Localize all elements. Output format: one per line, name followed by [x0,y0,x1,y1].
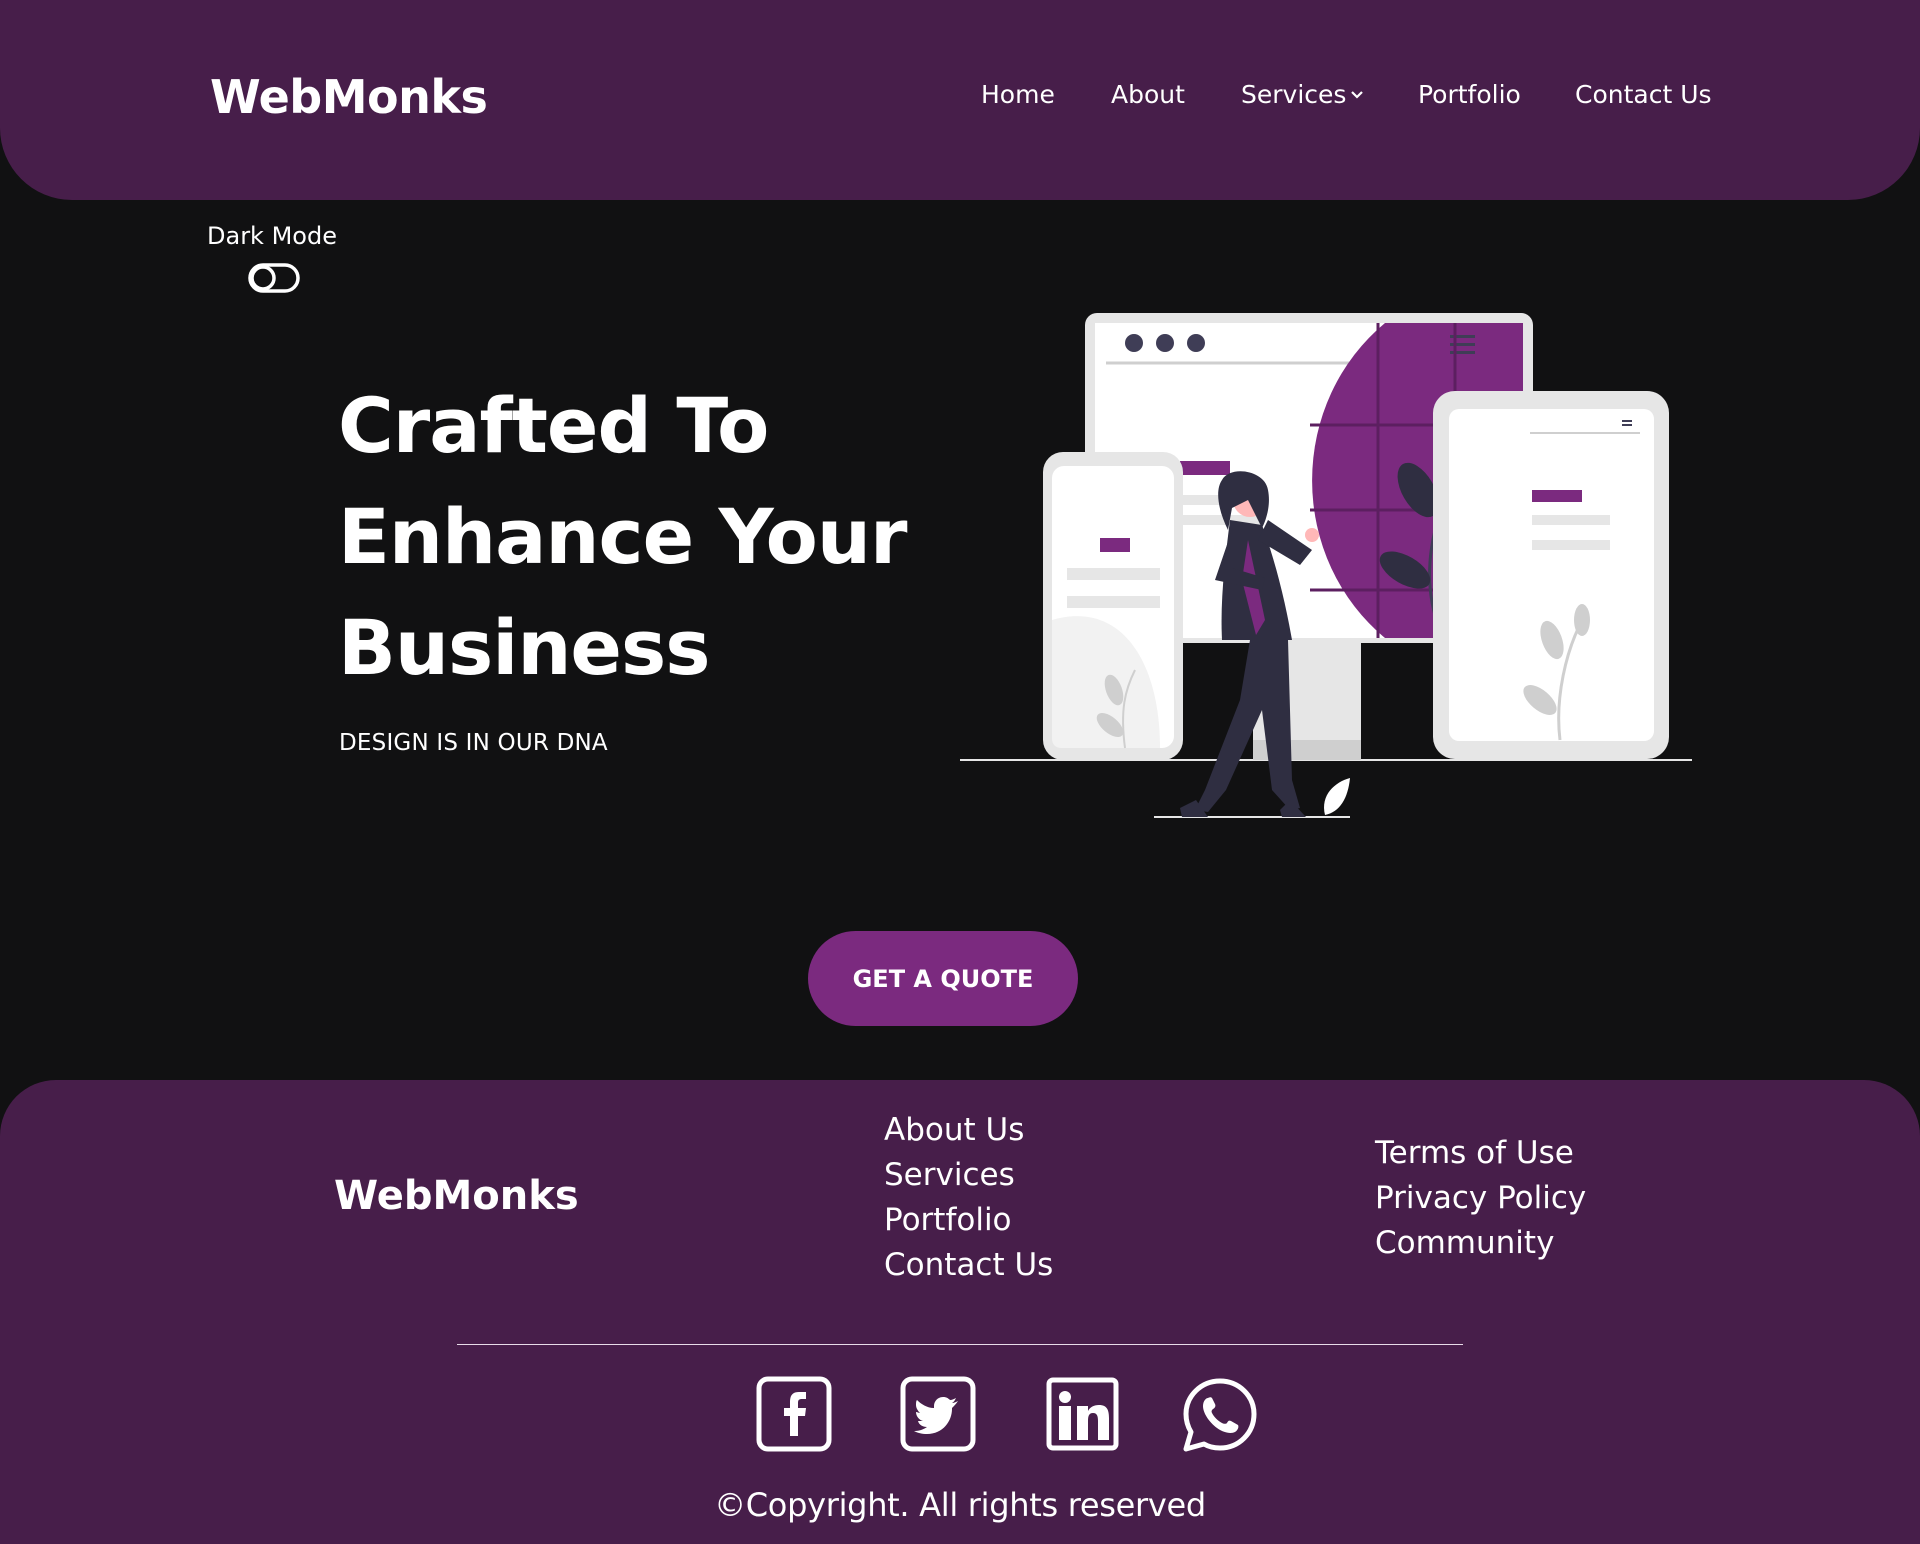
get-quote-button[interactable]: GET A QUOTE [808,931,1078,1026]
site-footer: WebMonks About Us Services Portfolio Con… [0,1080,1920,1544]
footer-links-primary: About Us Services Portfolio Contact Us [884,1108,1053,1288]
nav-portfolio[interactable]: Portfolio [1418,80,1521,109]
whatsapp-icon[interactable] [1181,1376,1259,1454]
footer-link-contact-us[interactable]: Contact Us [884,1243,1053,1288]
nav-contact[interactable]: Contact Us [1575,80,1712,109]
footer-links-legal: Terms of Use Privacy Policy Community [1375,1131,1586,1266]
dark-mode-label: Dark Mode [207,222,337,250]
chevron-down-icon [1351,90,1364,99]
footer-link-community[interactable]: Community [1375,1221,1586,1266]
dark-mode-toggle[interactable] [248,263,300,293]
copyright-text: ©Copyright. All rights reserved [714,1486,1206,1524]
hero-illustration [960,313,1692,818]
brand-logo[interactable]: WebMonks [210,70,488,124]
footer-link-services[interactable]: Services [884,1153,1053,1198]
footer-link-privacy[interactable]: Privacy Policy [1375,1176,1586,1221]
nav-home-label: Home [981,80,1055,109]
nav-about[interactable]: About [1111,80,1185,109]
footer-divider [457,1344,1463,1345]
footer-link-about-us[interactable]: About Us [884,1108,1053,1153]
footer-brand-logo[interactable]: WebMonks [334,1173,579,1219]
hero-title-line-1: Crafted To [338,381,769,470]
hero-title-line-3: Business [338,603,710,692]
hero-title: Crafted To Enhance Your Business [338,370,958,703]
twitter-icon[interactable] [900,1376,976,1452]
footer-link-portfolio[interactable]: Portfolio [884,1198,1053,1243]
site-header: WebMonks Home About Services Portfolio C… [0,0,1920,200]
hero-title-line-2: Enhance Your [338,492,907,581]
nav-about-label: About [1111,80,1185,109]
nav-services-label: Services [1241,80,1347,109]
nav-contact-label: Contact Us [1575,80,1712,109]
footer-link-terms[interactable]: Terms of Use [1375,1131,1586,1176]
nav-home[interactable]: Home [981,80,1055,109]
facebook-icon[interactable] [756,1376,832,1452]
nav-portfolio-label: Portfolio [1418,80,1521,109]
linkedin-icon[interactable] [1046,1376,1120,1452]
hero-tagline: DESIGN IS IN OUR DNA [339,730,608,756]
nav-services[interactable]: Services [1241,80,1364,109]
